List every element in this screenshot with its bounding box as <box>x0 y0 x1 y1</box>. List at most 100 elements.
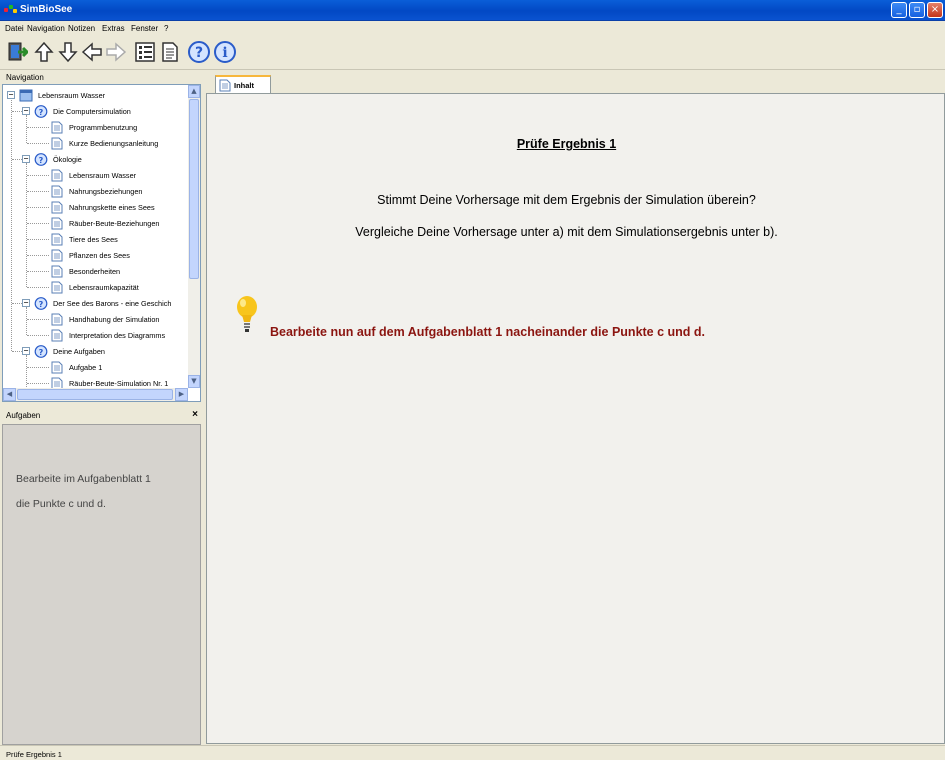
tree-item-label: Handhabung der Simulation <box>69 314 160 324</box>
tree-item-label: Nahrungsbeziehungen <box>69 186 143 196</box>
help-circle-icon: ? <box>34 104 48 118</box>
navigation-tree: − Lebensraum Wasser −? Die Computersimulati… <box>2 84 201 402</box>
tree-item-folder[interactable]: −? Die Computersimulation <box>22 103 133 119</box>
page-icon <box>51 265 63 277</box>
tree-item-page[interactable]: Aufgabe 1 <box>50 359 104 375</box>
tree-item-page[interactable]: Programmbenutzung <box>50 119 139 135</box>
page-heading: Prüfe Ergebnis 1 <box>516 137 617 151</box>
tree-item-folder[interactable]: −? Der See des Barons - eine Geschich <box>22 295 173 311</box>
tree-connector <box>27 383 49 384</box>
page-icon <box>51 329 63 341</box>
scroll-thumb[interactable] <box>189 99 199 279</box>
tree-connector <box>27 255 49 256</box>
tree-item-page[interactable]: Räuber-Beute-Beziehungen <box>50 215 161 231</box>
outline-view-icon[interactable] <box>132 39 158 65</box>
content-area: Prüfe Ergebnis 1 Stimmt Deine Vorhersage… <box>206 93 945 744</box>
menu-notizen[interactable]: Notizen <box>68 24 95 33</box>
help-circle-icon: ? <box>34 296 48 310</box>
app-window: SimBioSee _ ▫ × Datei Navigation Notizen… <box>0 0 945 760</box>
tree-item-label: Räuber-Beute-Simulation Nr. 1 <box>69 378 169 388</box>
tasks-panel-title-text: Aufgaben <box>6 411 41 420</box>
close-icon[interactable]: × <box>192 409 198 420</box>
tree-item-label: Deine Aufgaben <box>53 346 105 356</box>
maximize-icon[interactable]: ▫ <box>909 2 925 18</box>
status-text: Prüfe Ergebnis 1 <box>6 750 62 759</box>
page-icon <box>51 169 63 181</box>
tree-item-page[interactable]: Lebensraum Wasser <box>50 167 138 183</box>
scroll-down-icon[interactable]: ▼ <box>188 375 200 388</box>
tree-item-page[interactable]: Kurze Bedienungsanleitung <box>50 135 160 151</box>
menu-datei[interactable]: Datei <box>5 24 24 33</box>
menu-extras[interactable]: Extras <box>102 24 125 33</box>
tree-item-label: Ökologie <box>53 154 82 164</box>
collapse-icon[interactable]: − <box>22 347 30 355</box>
tree-connector <box>12 303 22 304</box>
close-icon[interactable]: × <box>927 2 943 18</box>
collapse-icon[interactable]: − <box>7 91 15 99</box>
scroll-right-icon[interactable]: ▶ <box>175 388 188 401</box>
help-circle-icon: ? <box>34 344 48 358</box>
menu-fenster[interactable]: Fenster <box>131 24 158 33</box>
collapse-icon[interactable]: − <box>22 155 30 163</box>
tree-connector <box>26 307 27 335</box>
arrow-down-icon[interactable] <box>55 39 81 65</box>
page-icon <box>51 281 63 293</box>
tree-item-page[interactable]: Handhabung der Simulation <box>50 311 161 327</box>
collapse-icon[interactable]: − <box>22 299 30 307</box>
tree-connector <box>27 191 49 192</box>
instruction-text: Vergleiche Deine Vorhersage unter a) mit… <box>355 225 778 239</box>
tree-horizontal-scrollbar[interactable]: ◀ ▶ <box>3 388 188 401</box>
tree-item-folder[interactable]: −? Deine Aufgaben <box>22 343 107 359</box>
arrow-up-icon[interactable] <box>31 39 57 65</box>
app-icon <box>4 5 18 15</box>
page-icon <box>51 249 63 261</box>
title-bar[interactable]: SimBioSee _ ▫ × <box>0 0 945 21</box>
tree-item-folder[interactable]: −? Ökologie <box>22 151 84 167</box>
tree-item-page[interactable]: Nahrungsbeziehungen <box>50 183 144 199</box>
tree-item-page[interactable]: Besonderheiten <box>50 263 122 279</box>
tree-item-page[interactable]: Pflanzen des Sees <box>50 247 132 263</box>
tree-item-page[interactable]: Nahrungskette eines Sees <box>50 199 157 215</box>
svg-text:?: ? <box>39 348 44 357</box>
tree-connector <box>27 335 49 336</box>
menu-bar: Datei Navigation Notizen Extras Fenster … <box>0 22 945 36</box>
info-icon[interactable]: i <box>212 39 238 65</box>
task-text-line-2: die Punkte c und d. <box>16 498 106 510</box>
tree-item-root[interactable]: − Lebensraum Wasser <box>7 87 107 103</box>
tasks-panel-title: Aufgaben × <box>0 408 203 422</box>
collapse-icon[interactable]: − <box>22 107 30 115</box>
tree-item-label: Die Computersimulation <box>53 106 131 116</box>
tree-item-label: Interpretation des Diagramms <box>69 330 166 340</box>
menu-navigation[interactable]: Navigation <box>27 24 65 33</box>
status-bar: Prüfe Ergebnis 1 <box>0 745 945 760</box>
scroll-thumb-horizontal[interactable] <box>17 389 173 400</box>
exit-icon[interactable] <box>4 39 30 65</box>
tree-item-page[interactable]: Interpretation des Diagramms <box>50 327 167 343</box>
help-icon[interactable]: ? <box>186 39 212 65</box>
tree-connector <box>11 95 12 351</box>
tree-connector <box>27 223 49 224</box>
tree-connector <box>12 159 22 160</box>
scroll-up-icon[interactable]: ▲ <box>188 85 200 98</box>
tree-item-label: Besonderheiten <box>69 266 121 276</box>
scroll-left-icon[interactable]: ◀ <box>3 388 16 401</box>
page-icon <box>51 201 63 213</box>
arrow-right-icon[interactable] <box>103 39 129 65</box>
tab-label: Inhalt <box>234 80 254 90</box>
tree-item-label: Aufgabe 1 <box>69 362 103 372</box>
tree-connector <box>26 115 27 143</box>
navigation-panel-title: Navigation <box>6 73 44 82</box>
arrow-left-icon[interactable] <box>79 39 105 65</box>
tree-item-label: Der See des Barons - eine Geschich <box>53 298 172 308</box>
tree-item-label: Programmbenutzung <box>69 122 138 132</box>
tree-connector <box>27 239 49 240</box>
tree-item-page[interactable]: Tiere des Sees <box>50 231 120 247</box>
lightbulb-icon <box>237 296 257 332</box>
tree-item-label: Kurze Bedienungsanleitung <box>69 138 159 148</box>
page-view-icon[interactable] <box>157 39 183 65</box>
tree-item-page[interactable]: Lebensraumkapazität <box>50 279 141 295</box>
menu-help[interactable]: ? <box>164 24 168 33</box>
tree-item-label: Lebensraum Wasser <box>38 90 106 100</box>
minimize-icon[interactable]: _ <box>891 2 907 18</box>
tab-inhalt[interactable]: Inhalt <box>215 75 271 93</box>
